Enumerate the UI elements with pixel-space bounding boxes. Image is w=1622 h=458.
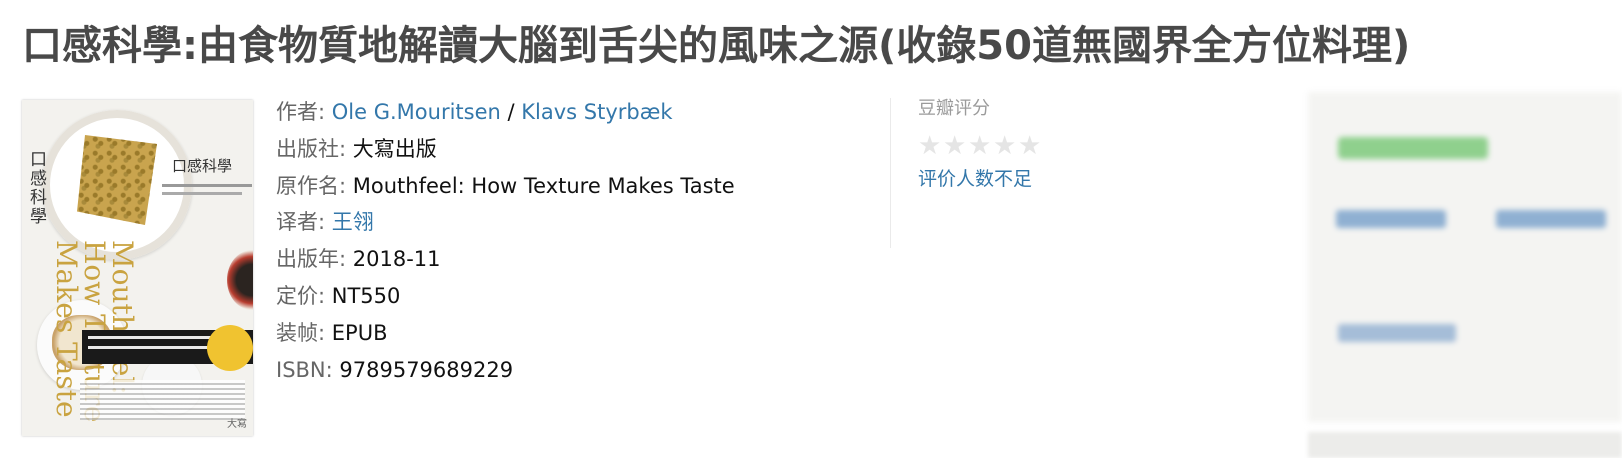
cover-cheese — [77, 135, 157, 225]
publisher-label: 出版社: — [276, 136, 353, 161]
info-row-translator: 译者: 王翎 — [276, 204, 735, 241]
info-row-price: 定价: NT550 — [276, 278, 735, 315]
blurred-side-panel — [1308, 92, 1622, 422]
cover-title: 口感科學 — [172, 157, 233, 175]
blurred-link — [1336, 210, 1446, 228]
cover-vertical-title: 口感科學 — [26, 150, 46, 226]
star-icon: ★ — [1018, 131, 1042, 161]
year-value: 2018-11 — [352, 247, 441, 272]
isbn-value: 9789579689229 — [339, 357, 514, 382]
star-icon: ★ — [918, 131, 942, 161]
blurred-panel-footer — [1308, 432, 1622, 458]
info-row-binding: 装帧: EPUB — [276, 315, 735, 352]
cover-badge — [207, 325, 253, 371]
cover-subtitle-line — [162, 184, 252, 187]
original-title-value: Mouthfeel: How Texture Makes Taste — [352, 173, 735, 198]
star-icon: ★ — [968, 131, 992, 161]
publisher-value: 大寫出版 — [352, 136, 437, 161]
author-label: 作者: — [276, 100, 332, 124]
info-row-original-title: 原作名: Mouthfeel: How Texture Makes Taste — [276, 168, 735, 205]
cover-fine-print — [80, 380, 245, 420]
original-title-label: 原作名: — [276, 173, 353, 198]
info-row-isbn: ISBN: 9789579689229 — [276, 352, 735, 389]
star-icon: ★ — [993, 131, 1017, 161]
binding-value: EPUB — [331, 320, 388, 345]
book-title: 口感科學:由食物質地解讀大腦到舌尖的風味之源(收錄50道無國界全方位料理) — [22, 23, 1411, 69]
cover-food-dark — [227, 250, 253, 310]
translator-link[interactable]: 王翎 — [332, 210, 374, 234]
author-separator: / — [500, 100, 522, 124]
blurred-button — [1338, 137, 1488, 159]
book-cover-image[interactable]: 口感科學 口感科學 Mouthfeel: How Texture Makes T… — [22, 100, 253, 436]
year-label: 出版年: — [276, 247, 353, 272]
cover-subtitle-line — [162, 192, 242, 195]
star-icon: ★ — [943, 131, 967, 161]
author-link-2[interactable]: Klavs Styrbæk — [521, 100, 672, 124]
rating-stars: ★ ★ ★ ★ ★ — [918, 131, 1042, 161]
price-label: 定价: — [276, 283, 332, 308]
blurred-link — [1496, 210, 1606, 228]
isbn-label: ISBN: — [276, 357, 340, 382]
rating-section: 豆瓣评分 ★ ★ ★ ★ ★ 评价人数不足 — [918, 94, 1042, 194]
price-value: NT550 — [331, 283, 401, 308]
book-info: 作者: Ole G.Mouritsen / Klavs Styrbæk 出版社:… — [276, 94, 735, 388]
translator-label: 译者: — [276, 210, 332, 235]
cover-publisher-mark: 大寫 — [227, 419, 247, 430]
binding-label: 装帧: — [276, 320, 332, 345]
blurred-link — [1338, 324, 1456, 342]
insufficient-ratings-link[interactable]: 评价人数不足 — [918, 164, 1042, 194]
rating-label: 豆瓣评分 — [918, 98, 990, 119]
author-link-1[interactable]: Ole G.Mouritsen — [332, 100, 501, 124]
info-row-year: 出版年: 2018-11 — [276, 241, 735, 278]
rating-divider — [890, 98, 891, 248]
info-row-author: 作者: Ole G.Mouritsen / Klavs Styrbæk — [276, 94, 735, 131]
info-row-publisher: 出版社: 大寫出版 — [276, 131, 735, 168]
